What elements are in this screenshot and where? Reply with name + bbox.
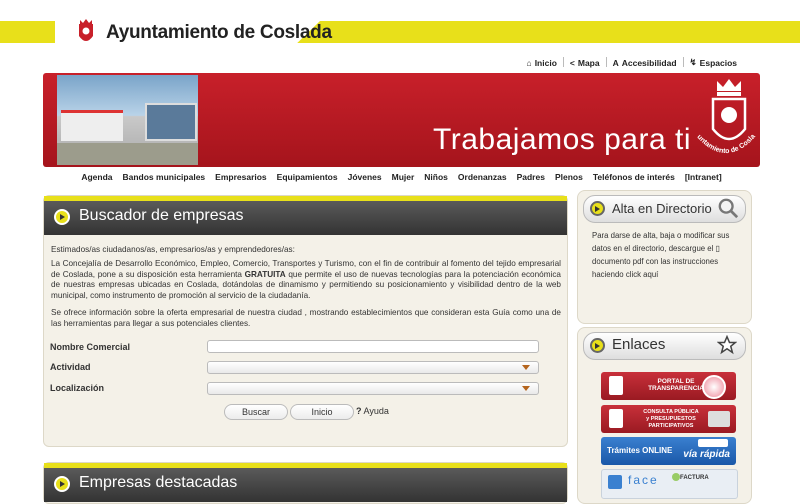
ayuda-link[interactable]: ? Ayuda <box>356 406 389 416</box>
main-nav-item[interactable]: [Intranet] <box>680 172 727 182</box>
face-logo-icon <box>608 475 622 489</box>
banner-crest-caption: Ayuntamiento de Coslada <box>693 133 757 155</box>
banner-photo <box>57 75 198 165</box>
photo-building <box>145 103 197 141</box>
intro-paragraph: La Concejalía de Desarrollo Económico, E… <box>51 259 561 301</box>
main-nav-item[interactable]: Teléfonos de interés <box>588 172 680 182</box>
main-nav-item[interactable]: Ordenanzas <box>453 172 512 182</box>
buscar-button[interactable]: Buscar <box>224 404 288 420</box>
chevron-down-icon <box>522 386 530 391</box>
photo-building <box>61 110 123 141</box>
side-panel-title: Enlaces <box>612 336 666 353</box>
link-banner-line: y PRESUPUESTOS PARTICIPATIVOS <box>646 416 696 429</box>
util-nav-label: Inicio <box>534 57 557 68</box>
click-here-link[interactable]: click aquí <box>626 270 659 279</box>
arrow-bullet-icon <box>54 209 70 225</box>
panel-title: Empresas destacadas <box>79 474 238 491</box>
hero-banner: Trabajamos para ti Ayuntamiento de Cosla… <box>43 73 760 167</box>
people-icon <box>708 411 730 427</box>
main-nav-item[interactable]: Empresarios <box>210 172 272 182</box>
util-nav-mapa[interactable]: < Mapa <box>564 57 606 68</box>
offer-paragraph: Se ofrece información sobre la oferta em… <box>51 308 561 328</box>
link-banner-line: face <box>628 473 659 487</box>
localizacion-label: Localización <box>50 383 105 393</box>
nombre-comercial-label: Nombre Comercial <box>50 342 131 352</box>
main-nav-item[interactable]: Niños <box>419 172 453 182</box>
panel-header: Buscador de empresas <box>44 196 567 235</box>
utility-nav: ⌂ Inicio < Mapa A Accesibilidad ↯ Espaci… <box>521 57 743 68</box>
ayuda-label: Ayuda <box>363 406 389 416</box>
link-banner-line: FACTURA <box>680 475 709 481</box>
util-nav-inicio[interactable]: ⌂ Inicio <box>521 57 563 68</box>
search-icon <box>718 198 739 219</box>
site-title[interactable]: Ayuntamiento de Coslada <box>106 22 332 44</box>
link-banner-line: TRANSPARENCIA <box>648 385 704 392</box>
main-nav-item[interactable]: Equipamientos <box>272 172 343 182</box>
main-nav: Agenda Bandos municipales Empresarios Eq… <box>43 172 760 182</box>
crest-icon <box>609 409 623 428</box>
util-nav-label: Accesibilidad <box>621 57 677 68</box>
accessibility-icon: A <box>612 57 619 68</box>
top-header: Ayuntamiento de Coslada <box>0 0 800 50</box>
localizacion-select[interactable] <box>207 382 539 395</box>
star-icon <box>717 335 737 355</box>
side-panel-header: Enlaces <box>583 332 746 360</box>
main-nav-item[interactable]: Padres <box>512 172 550 182</box>
side-panel-header: Alta en Directorio <box>583 195 746 223</box>
help-icon: ? <box>356 406 362 416</box>
crest-logo-icon[interactable] <box>75 16 97 46</box>
main-nav-item[interactable]: Jóvenes <box>343 172 387 182</box>
link-banner-line: CONSULTA PÚBLICA <box>643 409 699 415</box>
transparency-portal-link[interactable]: PORTAL DE TRANSPARENCIA <box>601 372 736 400</box>
directory-text-part: Para darse de alta, baja o modificar sus… <box>592 231 730 253</box>
inicio-button[interactable]: Inicio <box>290 404 354 420</box>
paragraph-bold: GRATUITA <box>244 269 286 279</box>
actividad-select[interactable] <box>207 361 539 374</box>
panel-title: Buscador de empresas <box>79 207 244 224</box>
link-banner-line: Trámites ONLINE <box>607 446 673 455</box>
main-nav-item[interactable]: Plenos <box>550 172 588 182</box>
greeting-text: Estimados/as ciudadanos/as, empresarios/… <box>51 245 295 254</box>
svg-text:Ayuntamiento de Coslada: Ayuntamiento de Coslada <box>693 133 757 155</box>
util-nav-label: Espacios <box>699 57 737 68</box>
util-nav-espacios[interactable]: ↯ Espacios <box>684 57 743 68</box>
link-banner-text: PORTAL DE TRANSPARENCIA <box>641 378 711 392</box>
util-nav-label: Mapa <box>577 57 600 68</box>
main-nav-item[interactable]: Mujer <box>387 172 420 182</box>
share-icon: < <box>569 57 575 68</box>
spaces-icon: ↯ <box>689 57 697 67</box>
arrow-bullet-icon <box>590 338 605 353</box>
banner-slogan: Trabajamos para ti <box>433 123 691 156</box>
pdf-icon: ▯ <box>715 244 720 253</box>
panel-header: Empresas destacadas <box>44 463 567 502</box>
link-banner-text: CONSULTA PÚBLICA y PRESUPUESTOS PARTICIP… <box>631 409 711 430</box>
link-banner-line: PORTAL DE <box>657 378 695 385</box>
link-banner-line: vía rápida <box>683 449 730 460</box>
home-icon: ⌂ <box>526 57 532 68</box>
featured-panel: Empresas destacadas <box>43 462 568 504</box>
photo-road <box>57 143 198 165</box>
arrow-bullet-icon <box>590 201 605 216</box>
public-consultation-link[interactable]: CONSULTA PÚBLICA y PRESUPUESTOS PARTICIP… <box>601 405 736 433</box>
magnifier-icon <box>702 375 726 399</box>
crest-icon <box>609 376 623 395</box>
check-icon <box>672 473 680 481</box>
main-nav-item[interactable]: Agenda <box>76 172 117 182</box>
actividad-label: Actividad <box>50 362 91 372</box>
main-nav-item[interactable]: Bandos municipales <box>117 172 210 182</box>
online-procedures-link[interactable]: Trámites ONLINE vía rápida <box>601 437 736 465</box>
chevron-down-icon <box>522 365 530 370</box>
directory-panel: Alta en Directorio Para darse de alta, b… <box>577 190 752 324</box>
sign-icon <box>698 439 728 447</box>
directory-text: Para darse de alta, baja o modificar sus… <box>592 229 742 281</box>
arrow-bullet-icon <box>54 476 70 492</box>
side-panel-title: Alta en Directorio <box>612 201 712 216</box>
nombre-comercial-input[interactable] <box>207 340 539 353</box>
util-nav-accesibilidad[interactable]: A Accesibilidad <box>607 57 683 68</box>
